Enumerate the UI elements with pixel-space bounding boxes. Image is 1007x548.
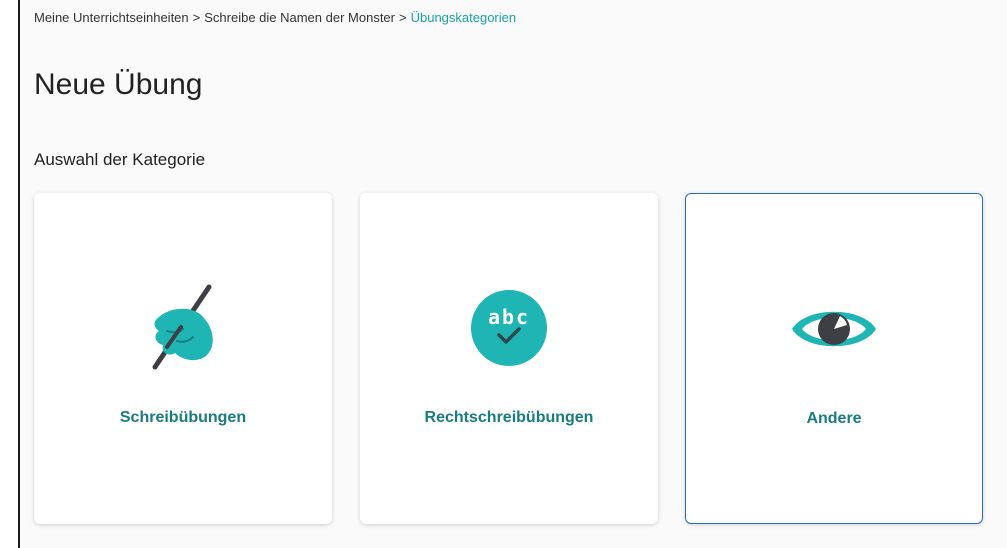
main-panel: Meine Unterrichtseinheiten > Schreibe die …	[18, 0, 1007, 548]
breadcrumb-item-units[interactable]: Meine Unterrichtseinheiten	[34, 10, 189, 25]
breadcrumb-separator: >	[399, 10, 407, 25]
category-label: Rechtschreibübungen	[424, 409, 594, 426]
section-subtitle: Auswahl der Kategorie	[34, 150, 206, 169]
abc-check-icon: abc	[459, 283, 559, 373]
breadcrumb-separator: >	[192, 10, 201, 25]
category-label: Schreibübungen	[119, 409, 247, 426]
eye-icon	[784, 284, 884, 374]
category-card-spelling[interactable]: abc Rechtschreibübungen	[360, 193, 658, 524]
page-title: Neue Übung	[34, 68, 203, 101]
breadcrumb-item-current: Übungskategorien	[410, 10, 517, 25]
writing-hand-icon	[133, 283, 233, 373]
abc-icon-text: abc	[488, 305, 530, 329]
category-label: Andere	[806, 410, 862, 427]
category-card-other[interactable]: Andere	[685, 193, 983, 524]
category-card-writing[interactable]: Schreibübungen	[34, 193, 332, 524]
breadcrumb-item-lesson[interactable]: Schreibe die Namen der Monster	[204, 10, 395, 25]
breadcrumb: Meine Unterrichtseinheiten > Schreibe die …	[34, 10, 516, 25]
